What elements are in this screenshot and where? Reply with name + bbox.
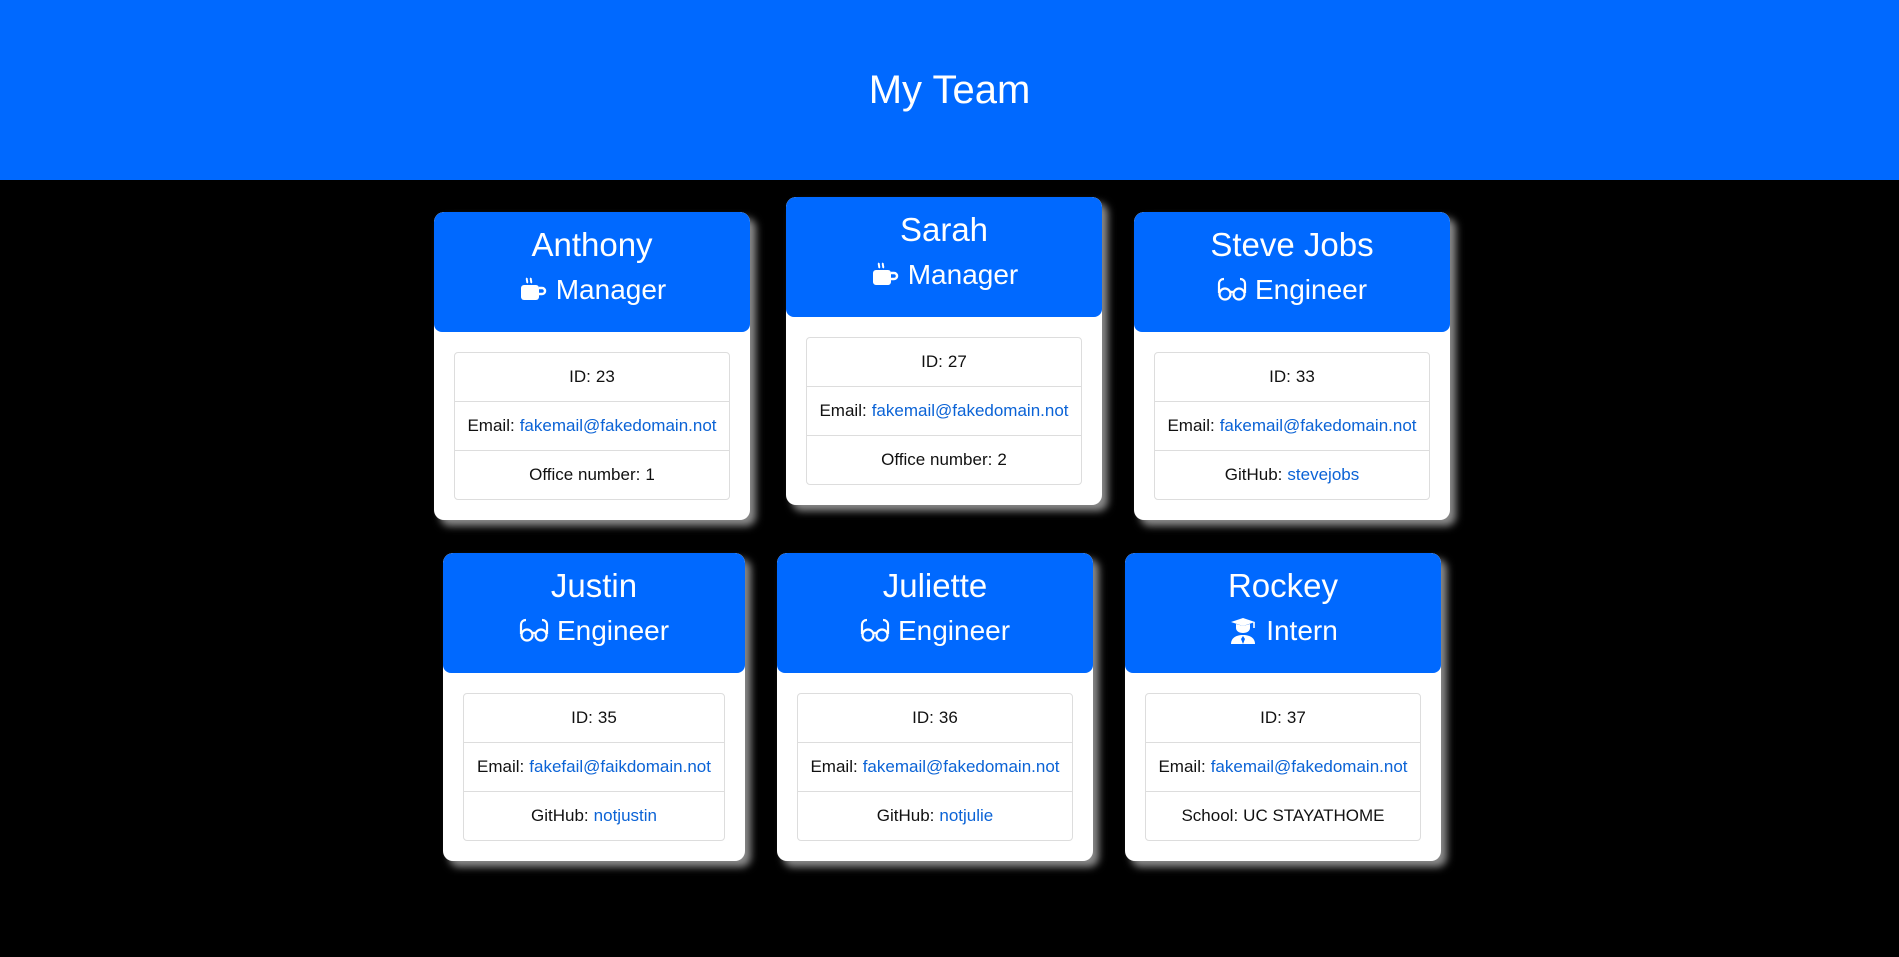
id-label: ID: xyxy=(912,708,934,727)
office-label: Office number: xyxy=(881,450,993,469)
id-label: ID: xyxy=(1260,708,1282,727)
office-label: Office number: xyxy=(529,465,641,484)
employee-role: Manager xyxy=(786,257,1102,293)
email-row: Email: fakemail@fakedomain.not xyxy=(798,742,1072,791)
id-row: ID: 27 xyxy=(807,338,1081,386)
role-label: Intern xyxy=(1266,615,1338,646)
employee-role: Intern xyxy=(1125,613,1441,649)
employee-name: Juliette xyxy=(882,567,988,604)
id-row: ID: 36 xyxy=(798,694,1072,742)
employee-details: ID: 27 Email: fakemail@fakedomain.not Of… xyxy=(806,337,1082,485)
employee-role: Manager xyxy=(434,272,750,308)
employee-name: Justin xyxy=(550,567,638,604)
card-header: Justin Engineer xyxy=(443,553,745,673)
email-label: Email: xyxy=(819,401,867,420)
employee-name: Sarah xyxy=(899,211,989,248)
id-value: 23 xyxy=(595,367,615,386)
github-label: GitHub: xyxy=(1224,465,1283,484)
email-link[interactable]: fakemail@fakedomain.not xyxy=(520,416,717,436)
employee-details: ID: 37 Email: fakemail@fakedomain.not Sc… xyxy=(1145,693,1421,841)
office-value: 2 xyxy=(997,450,1007,469)
glasses-icon xyxy=(860,616,890,646)
employee-card-juliette: Juliette Engineer ID: 36 Email: fakemail… xyxy=(777,553,1093,861)
employee-card-justin: Justin Engineer ID: 35 Email: fakefail@f… xyxy=(443,553,745,861)
employee-details: ID: 35 Email: fakefail@faikdomain.not Gi… xyxy=(463,693,725,841)
email-link[interactable]: fakemail@fakedomain.not xyxy=(1211,757,1408,777)
card-header: Sarah Manager xyxy=(786,197,1102,317)
card-header: Steve Jobs Engineer xyxy=(1134,212,1450,332)
employee-card-anthony: Anthony Manager ID: 23 Email: fakemail@f… xyxy=(434,212,750,520)
email-row: Email: fakemail@fakedomain.not xyxy=(1155,401,1429,450)
github-label: GitHub: xyxy=(876,806,935,825)
employee-card-steve-jobs: Steve Jobs Engineer ID: 33 Email: fakema… xyxy=(1134,212,1450,520)
email-link[interactable]: fakemail@fakedomain.not xyxy=(863,757,1060,777)
glasses-icon xyxy=(1217,275,1247,305)
email-label: Email: xyxy=(1158,757,1206,776)
school-row: School: UC STAYATHOME xyxy=(1146,791,1420,840)
id-value: 27 xyxy=(947,352,967,371)
github-row: GitHub: notjustin xyxy=(464,791,724,840)
glasses-icon xyxy=(519,616,549,646)
employee-card-rockey: Rockey Intern ID: 37 Email: fakemail@fak… xyxy=(1125,553,1441,861)
email-link[interactable]: fakemail@fakedomain.not xyxy=(872,401,1069,421)
id-row: ID: 23 xyxy=(455,353,729,401)
id-label: ID: xyxy=(921,352,943,371)
school-value: UC STAYATHOME xyxy=(1243,806,1385,825)
employee-details: ID: 36 Email: fakemail@fakedomain.not Gi… xyxy=(797,693,1073,841)
mug-icon xyxy=(518,275,548,305)
github-link[interactable]: notjustin xyxy=(594,806,657,826)
email-label: Email: xyxy=(477,757,525,776)
role-label: Engineer xyxy=(897,615,1011,646)
id-value: 36 xyxy=(938,708,958,727)
card-header: Rockey Intern xyxy=(1125,553,1441,673)
id-label: ID: xyxy=(569,367,591,386)
employee-role: Engineer xyxy=(443,613,745,649)
office-row: Office number: 2 xyxy=(807,435,1081,484)
id-label: ID: xyxy=(1269,367,1291,386)
employee-role: Engineer xyxy=(1134,272,1450,308)
role-label: Engineer xyxy=(1254,274,1368,305)
email-label: Email: xyxy=(1167,416,1215,435)
graduate-icon xyxy=(1228,616,1258,646)
email-label: Email: xyxy=(467,416,515,435)
id-value: 37 xyxy=(1286,708,1306,727)
page-header: My Team xyxy=(0,0,1899,180)
github-row: GitHub: notjulie xyxy=(798,791,1072,840)
id-value: 33 xyxy=(1295,367,1315,386)
employee-card-sarah: Sarah Manager ID: 27 Email: fakemail@fak… xyxy=(786,197,1102,505)
email-link[interactable]: fakefail@faikdomain.not xyxy=(529,757,711,777)
id-row: ID: 33 xyxy=(1155,353,1429,401)
github-row: GitHub: stevejobs xyxy=(1155,450,1429,499)
school-label: School: xyxy=(1181,806,1239,825)
page-title: My Team xyxy=(868,67,1031,112)
email-row: Email: fakefail@faikdomain.not xyxy=(464,742,724,791)
card-header: Anthony Manager xyxy=(434,212,750,332)
employee-name: Anthony xyxy=(531,226,653,263)
office-row: Office number: 1 xyxy=(455,450,729,499)
email-row: Email: fakemail@fakedomain.not xyxy=(1146,742,1420,791)
employee-details: ID: 23 Email: fakemail@fakedomain.not Of… xyxy=(454,352,730,500)
id-row: ID: 35 xyxy=(464,694,724,742)
id-row: ID: 37 xyxy=(1146,694,1420,742)
employee-details: ID: 33 Email: fakemail@fakedomain.not Gi… xyxy=(1154,352,1430,500)
email-link[interactable]: fakemail@fakedomain.not xyxy=(1220,416,1417,436)
email-row: Email: fakemail@fakedomain.not xyxy=(807,386,1081,435)
id-value: 35 xyxy=(597,708,617,727)
email-row: Email: fakemail@fakedomain.not xyxy=(455,401,729,450)
github-link[interactable]: stevejobs xyxy=(1287,465,1359,485)
role-label: Manager xyxy=(907,259,1019,290)
card-header: Juliette Engineer xyxy=(777,553,1093,673)
office-value: 1 xyxy=(645,465,655,484)
employee-name: Steve Jobs xyxy=(1210,226,1374,263)
role-label: Engineer xyxy=(556,615,670,646)
mug-icon xyxy=(870,260,900,290)
github-link[interactable]: notjulie xyxy=(939,806,993,826)
employee-role: Engineer xyxy=(777,613,1093,649)
id-label: ID: xyxy=(571,708,593,727)
github-label: GitHub: xyxy=(531,806,589,825)
employee-name: Rockey xyxy=(1227,567,1339,604)
email-label: Email: xyxy=(810,757,858,776)
role-label: Manager xyxy=(555,274,667,305)
